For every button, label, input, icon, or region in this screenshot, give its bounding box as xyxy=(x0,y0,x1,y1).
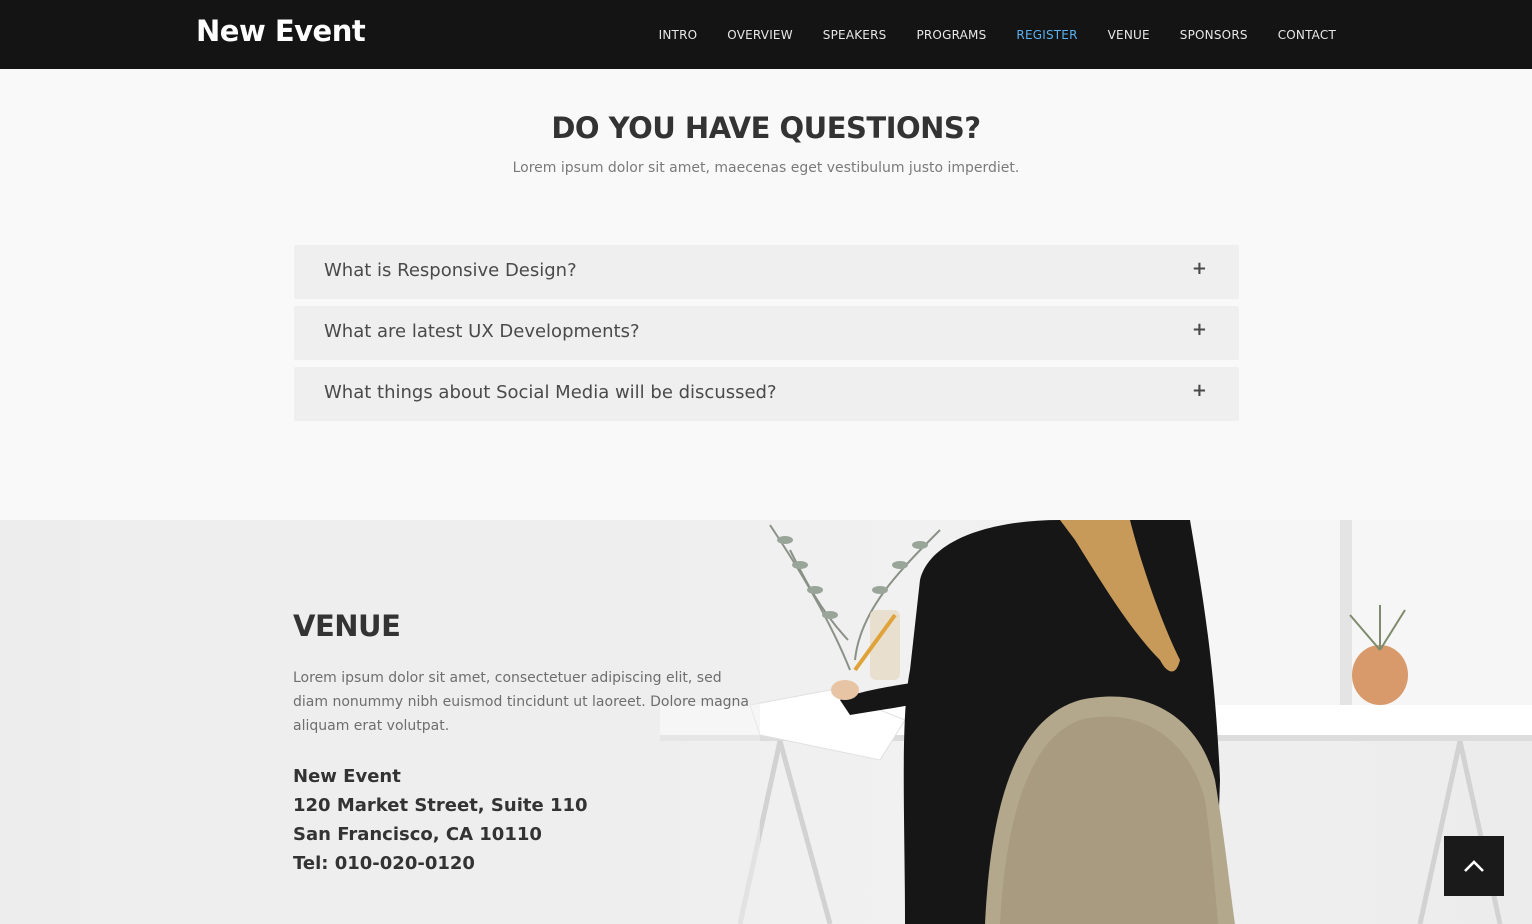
faq-item[interactable]: What things about Social Media will be d… xyxy=(294,367,1239,421)
expand-plus-icon[interactable]: + xyxy=(1192,319,1207,340)
brand-logo[interactable]: New Event xyxy=(196,14,366,48)
venue-section: VENUE Lorem ipsum dolor sit amet, consec… xyxy=(0,520,1532,924)
nav-speakers[interactable]: SPEAKERS xyxy=(823,28,887,42)
nav-venue[interactable]: VENUE xyxy=(1108,28,1150,42)
faq-item[interactable]: What is Responsive Design? + xyxy=(294,245,1239,299)
address-city: San Francisco, CA 10110 xyxy=(293,824,542,845)
expand-plus-icon[interactable]: + xyxy=(1192,258,1207,279)
back-to-top-button[interactable] xyxy=(1444,836,1504,896)
venue-address: New Event 120 Market Street, Suite 110 S… xyxy=(293,762,588,878)
address-street: 120 Market Street, Suite 110 xyxy=(293,795,588,816)
faq-subtitle: Lorem ipsum dolor sit amet, maecenas ege… xyxy=(512,160,1020,176)
nav-intro[interactable]: INTRO xyxy=(659,28,698,42)
main-nav: INTRO OVERVIEW SPEAKERS PROGRAMS REGISTE… xyxy=(659,0,1336,69)
faq-section: DO YOU HAVE QUESTIONS? Lorem ipsum dolor… xyxy=(0,69,1532,520)
expand-plus-icon[interactable]: + xyxy=(1192,380,1207,401)
top-navbar: New Event INTRO OVERVIEW SPEAKERS PROGRA… xyxy=(0,0,1532,69)
faq-question: What are latest UX Developments? xyxy=(324,321,640,342)
address-phone: Tel: 010-020-0120 xyxy=(293,853,475,874)
venue-background-photo xyxy=(0,520,1532,924)
nav-sponsors[interactable]: SPONSORS xyxy=(1180,28,1248,42)
address-name: New Event xyxy=(293,766,401,787)
nav-contact[interactable]: CONTACT xyxy=(1278,28,1336,42)
chevron-up-icon xyxy=(1464,860,1484,872)
faq-question: What is Responsive Design? xyxy=(324,260,577,281)
faq-question: What things about Social Media will be d… xyxy=(324,382,777,403)
nav-register[interactable]: REGISTER xyxy=(1016,28,1077,42)
venue-description: Lorem ipsum dolor sit amet, consectetuer… xyxy=(293,670,750,734)
nav-overview[interactable]: OVERVIEW xyxy=(727,28,793,42)
faq-item[interactable]: What are latest UX Developments? + xyxy=(294,306,1239,360)
nav-programs[interactable]: PROGRAMS xyxy=(916,28,986,42)
venue-title: VENUE xyxy=(293,609,401,643)
faq-title: DO YOU HAVE QUESTIONS? xyxy=(551,111,981,145)
